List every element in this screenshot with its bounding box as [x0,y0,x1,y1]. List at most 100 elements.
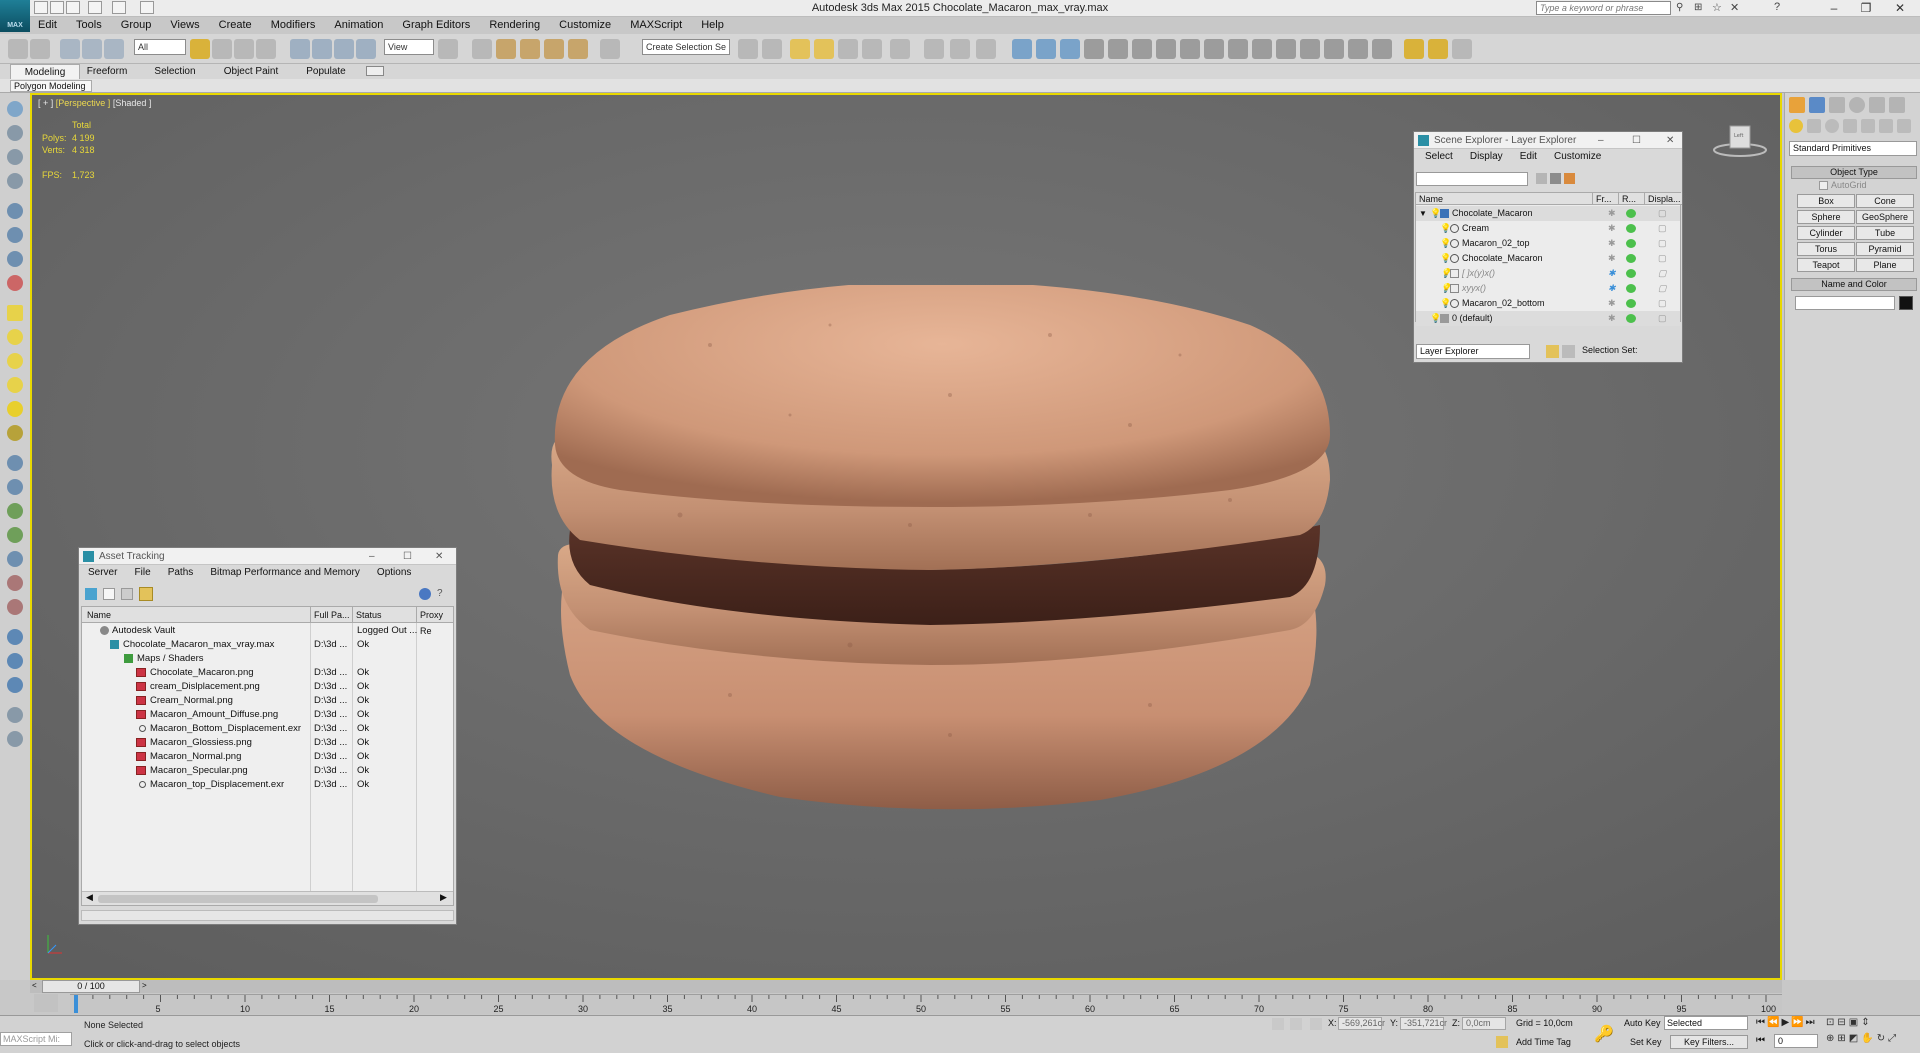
grid-tool-icon[interactable] [7,173,23,189]
name-and-color-rollout[interactable]: Name and Color [1791,278,1917,291]
time-slider-thumb[interactable]: 0 / 100 [42,980,140,993]
camera-tool-icon[interactable] [7,551,23,567]
application-logo-button[interactable]: MAX [0,0,30,32]
explorer-type-select[interactable]: Layer Explorer [1416,344,1530,359]
create-tool-icon[interactable] [7,101,23,117]
orbit-icon[interactable]: ↻ [1877,1033,1888,1044]
render-teapot-icon[interactable] [1626,314,1636,323]
exchange-icon[interactable]: ✕ [1730,1,1739,14]
list-view-icon[interactable] [103,588,115,600]
ellipse-tool-icon[interactable] [7,329,23,345]
select-by-name-icon[interactable] [212,39,232,59]
asset-row[interactable]: Macaron_Bottom_Displacement.exr D:\3d ..… [82,722,453,736]
pyramid-button[interactable]: Pyramid [1856,242,1914,256]
display-icon[interactable]: ▢ [1658,296,1667,311]
list-tool-icon[interactable] [7,149,23,165]
vray-light-icon[interactable] [1060,39,1080,59]
ribbon-options-button[interactable] [366,66,384,76]
time-tag-icon[interactable] [1496,1036,1508,1048]
prev-frame-arrow-icon[interactable]: < [32,981,40,991]
display-icon[interactable]: ▢ [1658,266,1667,281]
viewport-menu-label[interactable]: [ + ] [38,98,53,108]
x-coordinate-field[interactable]: -569,261cr [1338,1017,1385,1030]
next-frame-icon[interactable]: ⏩ [1791,1017,1805,1028]
utilities-tab-icon[interactable] [1889,97,1905,113]
freeze-icon[interactable]: ✱ [1608,221,1616,236]
close-button[interactable]: ✕ [1666,132,1674,149]
pivot-center-icon[interactable] [438,39,458,59]
column-freeze-header[interactable]: Fr... [1592,193,1618,205]
named-selection-set-select[interactable]: Create Selection Se [642,39,730,55]
current-frame-field[interactable]: 0 [1774,1034,1818,1048]
thumbnail-view-icon[interactable] [121,588,133,600]
scale-icon[interactable] [334,39,354,59]
menu-server[interactable]: Server [81,565,124,581]
menu-edit[interactable]: Edit [1513,149,1544,165]
circle-tool-icon[interactable] [7,353,23,369]
scene-explorer-title-bar[interactable]: Scene Explorer - Layer Explorer – ☐ ✕ [1414,132,1682,149]
asset-tracking-title-bar[interactable]: Asset Tracking – ☐ ✕ [79,548,456,565]
freeze-icon[interactable]: ✱ [1608,296,1616,311]
asset-row[interactable]: Macaron_Amount_Diffuse.png D:\3d ... Ok [82,708,453,722]
sphere-tool-icon[interactable] [7,629,23,645]
shapes-icon[interactable] [1807,119,1821,133]
maximize-button[interactable]: ☐ [1632,132,1641,149]
scroll-right-arrow-icon[interactable]: ▶ [440,892,447,903]
display-tab-icon[interactable] [1869,97,1885,113]
torus-button[interactable]: Torus [1797,242,1855,256]
window-crossing-icon[interactable] [256,39,276,59]
minimize-button[interactable]: – [369,548,375,565]
menu-options[interactable]: Options [370,565,418,581]
viewport-shading-label[interactable]: [Shaded ] [113,98,152,108]
display-icon[interactable]: ▢ [1658,206,1667,221]
render-teapot-icon[interactable] [1626,239,1636,248]
vray-mesh-icon[interactable] [1252,39,1272,59]
freeze-icon[interactable]: ✱ [1608,266,1616,281]
close-button[interactable]: ✕ [1886,0,1914,16]
reference-coordinate-select[interactable]: View [384,39,434,55]
plane-button[interactable]: Plane [1856,258,1914,272]
speaker-tool-icon[interactable] [7,251,23,267]
tab-populate[interactable]: Populate [300,64,352,79]
polygon-modeling-panel[interactable]: Polygon Modeling [10,80,92,92]
set-key-button[interactable]: Set Key [1630,1037,1662,1047]
search-input[interactable]: Type a keyword or phrase [1536,1,1671,15]
column-proxy-header[interactable]: Proxy Re [416,607,453,636]
save-icon[interactable] [66,1,80,14]
link-icon[interactable] [60,39,80,59]
menu-create[interactable]: Create [211,17,260,34]
object-color-swatch[interactable] [1899,296,1913,310]
menu-help[interactable]: Help [693,17,732,34]
cameras-icon[interactable] [1843,119,1857,133]
zoom-extents-icon[interactable]: ⊡ [1826,1017,1837,1028]
undo-icon[interactable] [8,39,28,59]
asset-row[interactable]: Autodesk Vault Logged Out ... [82,624,453,638]
menu-select[interactable]: Select [1418,149,1460,165]
unlink-icon[interactable] [82,39,102,59]
new-file-icon[interactable] [34,1,48,14]
rotate-icon[interactable] [312,39,332,59]
layer-explorer-icon[interactable] [790,39,810,59]
column-full-path-header[interactable]: Full Pa... [310,607,352,623]
keyboard-shortcut-override-icon[interactable] [472,39,492,59]
refresh-icon[interactable] [85,588,97,600]
column-render-header[interactable]: R... [1618,193,1644,205]
hierarchy-tab-icon[interactable] [1829,97,1845,113]
z-coordinate-field[interactable]: 0,0cm [1462,1017,1506,1030]
particles-tool-icon[interactable] [7,575,23,591]
geometry-icon[interactable] [1789,119,1803,133]
zoom-extents-all-icon[interactable]: ⊟ [1837,1017,1848,1028]
space-warps-icon[interactable] [1879,119,1893,133]
binoculars-icon[interactable]: ⚲ [1676,2,1683,13]
cone-light-icon[interactable] [7,377,23,393]
vray-environment-icon[interactable] [1348,39,1368,59]
tab-modeling[interactable]: Modeling [10,64,80,79]
freeze-icon[interactable]: ✱ [1608,236,1616,251]
move-icon[interactable] [290,39,310,59]
track-bar-toggle-icon[interactable] [34,994,58,1012]
object-name-input[interactable] [1795,296,1895,310]
clock-tool-icon[interactable] [7,599,23,615]
sphere-button[interactable]: Sphere [1797,210,1855,224]
auto-key-button[interactable]: Auto Key [1624,1018,1661,1028]
render-teapot-icon[interactable] [1626,284,1636,293]
